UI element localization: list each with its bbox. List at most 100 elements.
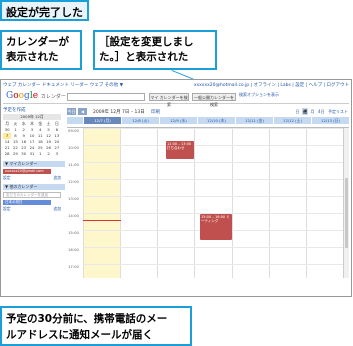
time-label: 17:00 xyxy=(68,264,79,269)
mini-day[interactable]: 11 xyxy=(36,133,44,139)
search-my-calendars-button[interactable]: マイ カレンダーを検索 xyxy=(149,93,189,107)
sidebar: 予定を作成 2009年 12月 月火水木金土日 30 1 2 3 4 5 6 7 8 9 10 11 12… xyxy=(3,107,65,294)
account-links[interactable]: xxxxxx20@hotmail.co.jp | オフライン | Labs | … xyxy=(194,82,349,88)
event-block[interactable]: 12:00 – 13:00 打ち合わせ xyxy=(166,141,194,159)
mini-day[interactable]: 2 xyxy=(44,151,52,157)
time-label: 15:00 xyxy=(68,230,79,235)
mini-day[interactable]: 22 xyxy=(11,145,19,151)
time-label: 16:00 xyxy=(68,247,79,252)
mini-day[interactable]: 30 xyxy=(3,127,11,133)
hour-line xyxy=(83,162,343,163)
mini-day[interactable]: 4 xyxy=(36,127,44,133)
other-cal-settings-link[interactable]: 設定 xyxy=(3,206,11,211)
mini-weekday: 火 xyxy=(13,121,18,126)
day-header[interactable]: 12/13 (日) xyxy=(311,117,349,124)
view-tab[interactable]: 月 xyxy=(309,108,315,115)
mini-day[interactable]: 17 xyxy=(28,139,36,145)
mini-day[interactable]: 1 xyxy=(36,151,44,157)
day-header[interactable]: 12/9 (水) xyxy=(159,117,197,124)
search-options-link[interactable]: 検索オプションを表示 xyxy=(239,93,279,97)
google-calendar-logo[interactable]: Google カレンダー xyxy=(6,91,66,101)
view-tab[interactable]: 4日 xyxy=(317,108,326,115)
mini-day[interactable]: 28 xyxy=(3,151,11,157)
other-cal-add-link[interactable]: 追加 xyxy=(53,206,61,211)
my-cal-add-link[interactable]: 追加 xyxy=(53,175,61,180)
mini-day[interactable]: 18 xyxy=(36,139,44,145)
mini-day[interactable]: 30 xyxy=(20,151,28,157)
day-columns xyxy=(83,128,343,278)
mini-day[interactable]: 16 xyxy=(20,139,28,145)
mini-weekday: 土 xyxy=(46,121,51,126)
mini-day[interactable]: 24 xyxy=(28,145,36,151)
prev-icon[interactable]: ◀ xyxy=(78,108,87,115)
view-tabs: 日週月 4日 予定リスト xyxy=(294,108,349,115)
create-event-link[interactable]: 予定を作成 xyxy=(3,107,65,113)
day-header[interactable]: 12/7 (月) xyxy=(83,117,121,124)
day-header[interactable]: 12/10 (木) xyxy=(197,117,235,124)
mini-day[interactable]: 21 xyxy=(3,145,11,151)
time-label: 13:00 xyxy=(68,196,79,201)
mini-day[interactable]: 2 xyxy=(20,127,28,133)
date-range: 2009年 12月 7日 – 13日 xyxy=(93,110,145,115)
my-calendars-header[interactable]: ▼ マイカレンダー xyxy=(3,160,65,167)
mini-day[interactable]: 1 xyxy=(11,127,19,133)
day-header[interactable]: 12/8 (火) xyxy=(121,117,159,124)
mini-day[interactable]: 31 xyxy=(28,151,36,157)
other-calendars-header[interactable]: ▼ 他のカレンダー xyxy=(3,183,65,190)
week-grid: 09:00 10:00 11:00 12:00 13:00 14:00 15:00 16:00… xyxy=(67,128,349,278)
mini-day[interactable]: 25 xyxy=(36,145,44,151)
mini-day[interactable]: 6 xyxy=(53,127,61,133)
top-nav-links[interactable]: ウェブ カレンダー ドキュメント リーダー ウェブ その他 ▼ xyxy=(3,83,123,88)
mini-weekday: 金 xyxy=(38,121,43,126)
mini-day[interactable]: 13 xyxy=(53,133,61,139)
my-calendar-item[interactable]: xxxxxx20@gmail.com xyxy=(3,168,51,174)
mini-day[interactable]: 9 xyxy=(20,133,28,139)
event-block[interactable]: 15:00 – 16:00 ミーティング xyxy=(200,214,232,240)
mini-day[interactable]: 12 xyxy=(44,133,52,139)
day-header[interactable]: 12/12 (土) xyxy=(273,117,311,124)
header: Google カレンダー マイ カレンダーを検索 一般公開カレンダーを検索 検索… xyxy=(3,90,349,107)
mini-day[interactable]: 29 xyxy=(11,151,19,157)
mini-day[interactable]: 15 xyxy=(11,139,19,145)
hour-line xyxy=(83,128,343,129)
mini-calendar-grid: 月火水木金土日 30 1 2 3 4 5 6 7 8 9 10 11 12 13 14 15 16 17 18 19 20… xyxy=(3,121,61,157)
mini-day[interactable]: 19 xyxy=(44,139,52,145)
hour-line xyxy=(83,179,343,180)
my-cal-settings-link[interactable]: 設定 xyxy=(3,175,11,180)
search-input[interactable] xyxy=(67,93,145,101)
mini-day[interactable]: 7 xyxy=(3,133,12,139)
mini-day[interactable]: 23 xyxy=(20,145,28,151)
day-header[interactable]: 12/11 (金) xyxy=(235,117,273,124)
calendar-window: ウェブ カレンダー ドキュメント リーダー ウェブ その他 ▼ xxxxxx20… xyxy=(0,79,352,297)
scrollbar-thumb[interactable] xyxy=(345,178,348,248)
mini-day[interactable]: 10 xyxy=(28,133,36,139)
mini-weekday: 日 xyxy=(54,121,59,126)
mini-day[interactable]: 20 xyxy=(53,139,61,145)
day-column[interactable] xyxy=(83,128,121,278)
time-label: 12:00 xyxy=(68,179,79,184)
mini-day[interactable]: 27 xyxy=(53,145,61,151)
other-calendar-links: 設定 追加 xyxy=(3,206,61,211)
day-column[interactable] xyxy=(268,128,306,278)
vertical-scrollbar[interactable] xyxy=(343,128,349,278)
day-column[interactable] xyxy=(194,128,231,278)
other-calendar-item[interactable]: 日本の祝日 xyxy=(3,199,51,205)
today-button[interactable]: 今日 xyxy=(67,108,76,115)
view-tab[interactable]: 予定リスト xyxy=(327,108,349,115)
calendar-main: 今日 ◀ 2009年 12月 7日 – 13日 印刷 日週月 4日 予定リスト 12… xyxy=(67,107,349,294)
mini-calendar-title[interactable]: 2009年 12月 xyxy=(3,114,61,120)
mini-day[interactable]: 3 xyxy=(28,127,36,133)
view-tab[interactable]: 週 xyxy=(301,108,308,115)
mini-day[interactable]: 26 xyxy=(44,145,52,151)
print-link[interactable]: 印刷 xyxy=(151,109,160,115)
mini-day[interactable]: 3 xyxy=(53,151,61,157)
mini-day[interactable]: 5 xyxy=(44,127,52,133)
add-friend-calendar-input[interactable]: 友だちのカレンダーを追加 xyxy=(3,191,61,198)
day-column[interactable] xyxy=(231,128,269,278)
mini-day[interactable]: 14 xyxy=(3,139,11,145)
search-public-button[interactable]: 一般公開カレンダーを検索 xyxy=(192,93,236,107)
day-column[interactable] xyxy=(305,128,343,278)
view-tab[interactable]: 日 xyxy=(294,108,300,115)
mini-day[interactable]: 8 xyxy=(11,133,19,139)
day-column[interactable] xyxy=(120,128,157,278)
